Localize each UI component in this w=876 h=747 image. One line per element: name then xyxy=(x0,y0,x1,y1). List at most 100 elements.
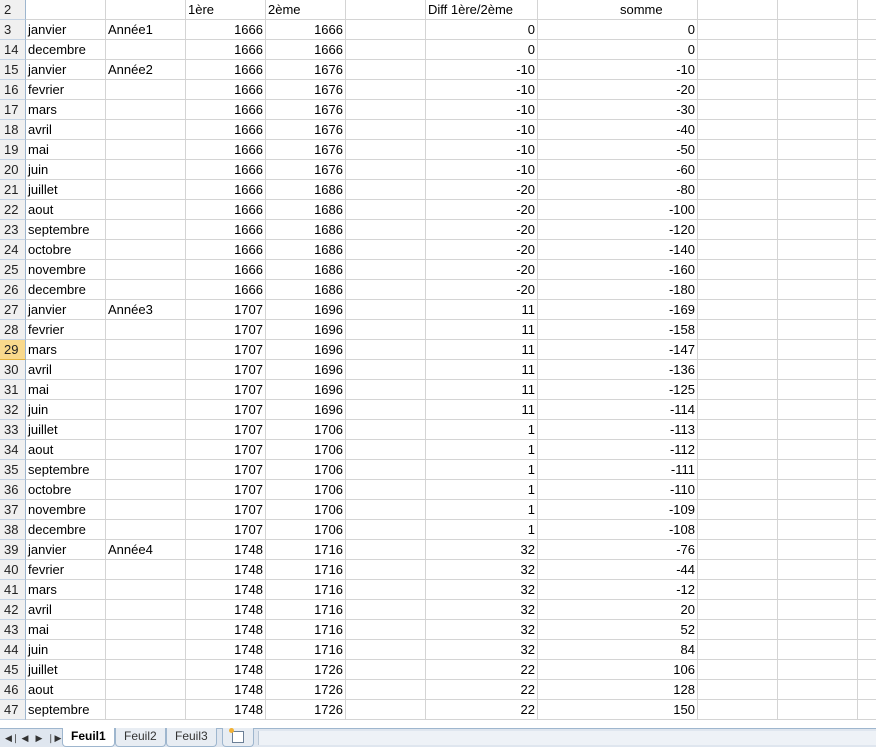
cell-month[interactable]: octobre xyxy=(26,480,106,500)
cell-empty[interactable] xyxy=(858,100,876,120)
cell-first[interactable]: 1666 xyxy=(186,140,266,160)
cell-empty[interactable] xyxy=(346,540,426,560)
cell-empty[interactable] xyxy=(778,40,858,60)
cell-sum[interactable]: -114 xyxy=(538,400,698,420)
cell-empty[interactable] xyxy=(858,460,876,480)
cell-first[interactable]: 1707 xyxy=(186,440,266,460)
cell-empty[interactable] xyxy=(698,600,778,620)
cell-first[interactable]: 1666 xyxy=(186,240,266,260)
row-header[interactable]: 27 xyxy=(0,300,26,320)
cell-month[interactable]: fevrier xyxy=(26,80,106,100)
cell-diff[interactable]: -10 xyxy=(426,140,538,160)
cell-diff[interactable]: 1 xyxy=(426,480,538,500)
cell-year[interactable] xyxy=(106,140,186,160)
cell-empty[interactable] xyxy=(778,380,858,400)
cell-empty[interactable] xyxy=(858,620,876,640)
cell-second[interactable]: 1696 xyxy=(266,340,346,360)
cell-empty[interactable] xyxy=(858,440,876,460)
cell-empty[interactable] xyxy=(346,400,426,420)
prev-sheet-icon[interactable]: ◀ xyxy=(19,730,31,746)
cell-empty[interactable] xyxy=(858,600,876,620)
cell-second[interactable]: 1696 xyxy=(266,300,346,320)
cell-second[interactable]: 1726 xyxy=(266,680,346,700)
cell-empty[interactable] xyxy=(858,680,876,700)
cell-second[interactable]: 1666 xyxy=(266,40,346,60)
cell-year[interactable] xyxy=(106,180,186,200)
cell-diff[interactable]: 22 xyxy=(426,700,538,720)
header-cell-diff[interactable]: Diff 1ère/2ème xyxy=(426,0,538,20)
cell-sum[interactable]: -108 xyxy=(538,520,698,540)
cell-sum[interactable]: -169 xyxy=(538,300,698,320)
cell-year[interactable] xyxy=(106,600,186,620)
cell-empty[interactable] xyxy=(778,420,858,440)
cell-empty[interactable] xyxy=(698,340,778,360)
cell-empty[interactable] xyxy=(858,140,876,160)
cell-month[interactable]: juillet xyxy=(26,420,106,440)
cell-sum[interactable]: -20 xyxy=(538,80,698,100)
cell-first[interactable]: 1666 xyxy=(186,100,266,120)
cell-year[interactable] xyxy=(106,560,186,580)
cell-diff[interactable]: 11 xyxy=(426,380,538,400)
cell-second[interactable]: 1686 xyxy=(266,240,346,260)
cell-empty[interactable] xyxy=(698,260,778,280)
cell-month[interactable]: avril xyxy=(26,360,106,380)
cell-year[interactable] xyxy=(106,460,186,480)
cell-empty[interactable] xyxy=(346,360,426,380)
cell-empty[interactable] xyxy=(778,280,858,300)
insert-sheet-button[interactable] xyxy=(222,728,254,747)
row-header[interactable]: 32 xyxy=(0,400,26,420)
cell-year[interactable]: Année2 xyxy=(106,60,186,80)
cell-diff[interactable]: -20 xyxy=(426,220,538,240)
cell-empty[interactable] xyxy=(698,20,778,40)
cell-empty[interactable] xyxy=(778,560,858,580)
cell-empty[interactable] xyxy=(778,220,858,240)
cell-empty[interactable] xyxy=(858,280,876,300)
cell-year[interactable] xyxy=(106,640,186,660)
cell-empty[interactable] xyxy=(858,500,876,520)
cell-empty[interactable] xyxy=(346,560,426,580)
cell-sum[interactable]: -80 xyxy=(538,180,698,200)
cell-empty[interactable] xyxy=(858,180,876,200)
cell-empty[interactable] xyxy=(778,580,858,600)
cell-month[interactable]: mai xyxy=(26,620,106,640)
cell-diff[interactable]: 32 xyxy=(426,580,538,600)
cell-empty[interactable] xyxy=(778,440,858,460)
cell-second[interactable]: 1686 xyxy=(266,220,346,240)
cell-diff[interactable]: 0 xyxy=(426,40,538,60)
cell-sum[interactable]: 84 xyxy=(538,640,698,660)
cell-empty[interactable] xyxy=(346,220,426,240)
cell-sum[interactable]: 52 xyxy=(538,620,698,640)
cell-empty[interactable] xyxy=(698,380,778,400)
cell-second[interactable]: 1686 xyxy=(266,260,346,280)
cell-diff[interactable]: 11 xyxy=(426,320,538,340)
cell-empty[interactable] xyxy=(698,560,778,580)
cell-diff[interactable]: -20 xyxy=(426,260,538,280)
cell-diff[interactable]: 11 xyxy=(426,400,538,420)
cell-empty[interactable] xyxy=(346,120,426,140)
cell-year[interactable] xyxy=(106,580,186,600)
cell-first[interactable]: 1666 xyxy=(186,20,266,40)
cell-second[interactable]: 1706 xyxy=(266,460,346,480)
cell-month[interactable]: mars xyxy=(26,580,106,600)
cell-empty[interactable] xyxy=(346,200,426,220)
cell-j2[interactable] xyxy=(858,0,876,20)
cell-diff[interactable]: 22 xyxy=(426,660,538,680)
cell-empty[interactable] xyxy=(778,640,858,660)
cell-empty[interactable] xyxy=(346,380,426,400)
cell-first[interactable]: 1707 xyxy=(186,420,266,440)
cell-empty[interactable] xyxy=(778,400,858,420)
cell-empty[interactable] xyxy=(698,320,778,340)
cell-i2[interactable] xyxy=(778,0,858,20)
row-header[interactable]: 33 xyxy=(0,420,26,440)
cell-first[interactable]: 1748 xyxy=(186,640,266,660)
cell-second[interactable]: 1726 xyxy=(266,700,346,720)
horizontal-scrollbar[interactable] xyxy=(258,731,876,745)
row-header[interactable]: 17 xyxy=(0,100,26,120)
cell-year[interactable] xyxy=(106,380,186,400)
cell-year[interactable] xyxy=(106,620,186,640)
cell-first[interactable]: 1748 xyxy=(186,540,266,560)
cell-diff[interactable]: 11 xyxy=(426,340,538,360)
cell-empty[interactable] xyxy=(698,80,778,100)
cell-empty[interactable] xyxy=(858,160,876,180)
cell-diff[interactable]: 1 xyxy=(426,520,538,540)
